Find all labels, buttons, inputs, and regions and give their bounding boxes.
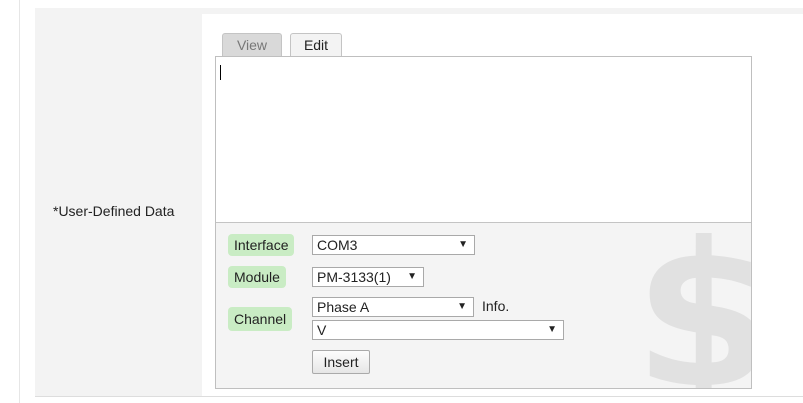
chevron-down-icon: ▼ [547,324,557,335]
module-tag: Module [228,266,286,288]
channel-tag: Channel [228,307,293,331]
insert-button[interactable]: Insert [312,350,370,374]
info-select[interactable]: V ▼ [312,320,564,340]
channel-select-value: Phase A [317,299,370,315]
module-select-value: PM-3133(1) [317,269,391,285]
chevron-down-icon: ▼ [407,271,417,282]
interface-select-value: COM3 [317,237,358,253]
tab-edit[interactable]: Edit [290,33,342,56]
interface-select[interactable]: COM3 ▼ [312,235,475,255]
chevron-down-icon: ▼ [458,239,468,250]
channel-select[interactable]: Phase A ▼ [312,297,474,317]
module-select[interactable]: PM-3133(1) ▼ [312,267,424,287]
tab-view[interactable]: View [222,33,282,56]
info-select-value: V [317,322,327,338]
info-label: Info. [482,298,510,314]
text-caret [220,65,221,80]
dollar-watermark-icon: $ [634,223,751,388]
insert-variable-panel: $ Interface COM3 ▼ Module PM-3133(1) ▼ C… [216,223,751,388]
form-bottom-rule [35,396,803,397]
user-defined-data-editor: $ Interface COM3 ▼ Module PM-3133(1) ▼ C… [215,56,752,389]
chevron-down-icon: ▼ [457,301,467,312]
user-defined-data-label: *User-Defined Data [53,203,175,219]
interface-tag: Interface [228,234,295,256]
editor-text-area[interactable] [216,57,751,222]
page-left-rule [19,0,20,403]
